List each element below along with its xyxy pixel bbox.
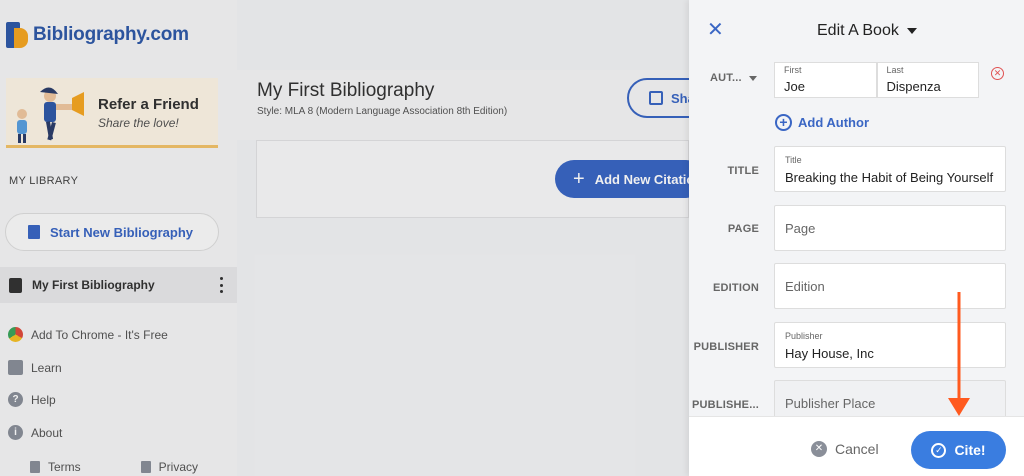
author-name-fields: First Joe Last Dispenza bbox=[774, 62, 979, 98]
cancel-circle-icon: ✕ bbox=[811, 441, 827, 457]
publisher-place-row-label: PUBLISHE... bbox=[692, 399, 759, 411]
caret-down-icon bbox=[749, 76, 757, 81]
author-row-label-text: AUT... bbox=[709, 72, 742, 84]
publisher-field-label: Publisher bbox=[785, 331, 823, 341]
first-name-value: Joe bbox=[784, 79, 805, 94]
cancel-label: Cancel bbox=[835, 441, 879, 457]
page-row-label: PAGE bbox=[727, 223, 759, 235]
edition-placeholder: Edition bbox=[785, 279, 825, 294]
add-author-label: Add Author bbox=[798, 115, 869, 130]
remove-author-icon[interactable]: ✕ bbox=[991, 67, 1004, 80]
edit-book-panel: ✕ Edit A Book AUT... First Joe Last Disp… bbox=[689, 0, 1024, 476]
title-input[interactable]: Title Breaking the Habit of Being Yourse… bbox=[774, 146, 1006, 192]
title-row-label: TITLE bbox=[727, 165, 759, 177]
publisher-input[interactable]: Publisher Hay House, Inc bbox=[774, 322, 1006, 368]
publisher-field-value: Hay House, Inc bbox=[785, 346, 874, 361]
title-field-value: Breaking the Habit of Being Yourself bbox=[785, 170, 994, 185]
caret-down-icon bbox=[906, 28, 917, 34]
title-field-label: Title bbox=[785, 155, 802, 165]
edition-row-label: EDITION bbox=[712, 282, 759, 294]
add-circle-icon: + bbox=[775, 114, 792, 131]
edition-input[interactable]: Edition bbox=[774, 263, 1006, 309]
panel-footer: ✕ Cancel ✓ Cite! bbox=[689, 416, 1024, 476]
modal-backdrop[interactable] bbox=[0, 0, 689, 476]
first-name-label: First bbox=[784, 65, 802, 75]
source-type-dropdown[interactable]: Edit A Book bbox=[817, 22, 917, 40]
last-name-value: Dispenza bbox=[886, 79, 941, 94]
check-circle-icon: ✓ bbox=[931, 442, 947, 458]
publisher-row-label: PUBLISHER bbox=[693, 341, 759, 353]
publisher-place-placeholder: Publisher Place bbox=[785, 396, 876, 411]
panel-title: Edit A Book bbox=[817, 22, 899, 39]
add-author-button[interactable]: + Add Author bbox=[775, 114, 869, 131]
cite-button[interactable]: ✓ Cite! bbox=[911, 431, 1006, 469]
page-input[interactable]: Page bbox=[774, 205, 1006, 251]
author-last-name-input[interactable]: Last Dispenza bbox=[876, 62, 979, 98]
page-placeholder: Page bbox=[785, 221, 816, 236]
author-row-label[interactable]: AUT... bbox=[693, 72, 757, 84]
author-first-name-input[interactable]: First Joe bbox=[774, 62, 877, 98]
cancel-button[interactable]: ✕ Cancel bbox=[811, 441, 879, 457]
cite-label: Cite! bbox=[954, 442, 986, 458]
close-icon[interactable]: ✕ bbox=[707, 20, 724, 40]
last-name-label: Last bbox=[886, 65, 904, 75]
